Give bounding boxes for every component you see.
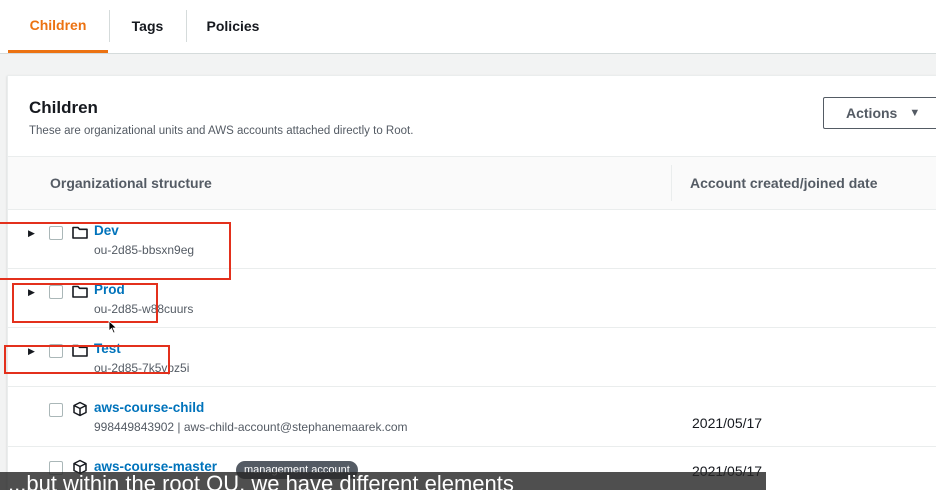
ou-id: ou-2d85-w88cuurs [94, 302, 194, 316]
table-header: Organizational structure Account created… [8, 156, 936, 210]
ou-link-prod[interactable]: Prod [94, 282, 125, 297]
tab-bar: Children Tags Policies [0, 0, 936, 54]
expand-icon[interactable]: ▶ [28, 228, 38, 238]
row-checkbox[interactable] [49, 226, 63, 240]
panel-description: These are organizational units and AWS a… [29, 125, 414, 137]
folder-icon [72, 344, 88, 357]
column-header-organizational-structure[interactable]: Organizational structure [50, 157, 212, 209]
folder-icon [72, 285, 88, 298]
ou-link-dev[interactable]: Dev [94, 223, 119, 238]
tab-children[interactable]: Children [8, 0, 108, 53]
column-header-account-date[interactable]: Account created/joined date [690, 157, 877, 209]
expand-icon[interactable]: ▶ [28, 346, 38, 356]
table-row: ▶ Dev ou-2d85-bbsxn9eg [8, 210, 936, 269]
ou-link-test[interactable]: Test [94, 341, 121, 356]
table-row: aws-course-child 998449843902 | aws-chil… [8, 387, 936, 447]
row-checkbox[interactable] [49, 285, 63, 299]
panel-title: Children [29, 98, 98, 117]
tab-tags[interactable]: Tags [110, 0, 185, 52]
column-divider [671, 165, 672, 201]
tab-policies[interactable]: Policies [187, 0, 279, 52]
row-checkbox[interactable] [49, 403, 63, 417]
video-caption: ...but within the root OU, we have diffe… [0, 472, 766, 490]
expand-icon[interactable]: ▶ [28, 287, 38, 297]
caret-down-icon: ▼ [909, 107, 921, 119]
account-link-aws-course-child[interactable]: aws-course-child [94, 400, 204, 415]
row-checkbox[interactable] [49, 344, 63, 358]
mouse-cursor-icon [108, 320, 118, 334]
folder-icon [72, 226, 88, 239]
actions-button-label: Actions [846, 105, 898, 121]
account-details: 998449843902 | aws-child-account@stephan… [94, 420, 408, 434]
ou-id: ou-2d85-bbsxn9eg [94, 243, 195, 257]
ou-id: ou-2d85-7k5vpz5i [94, 361, 190, 375]
table-row: ▶ Prod ou-2d85-w88cuurs [8, 269, 936, 328]
children-panel: Children These are organizational units … [7, 75, 936, 490]
account-date: 2021/05/17 [692, 415, 763, 431]
table-row: ▶ Test ou-2d85-7k5vpz5i [8, 328, 936, 387]
cube-icon [73, 401, 87, 417]
actions-button[interactable]: Actions ▼ [823, 97, 936, 129]
